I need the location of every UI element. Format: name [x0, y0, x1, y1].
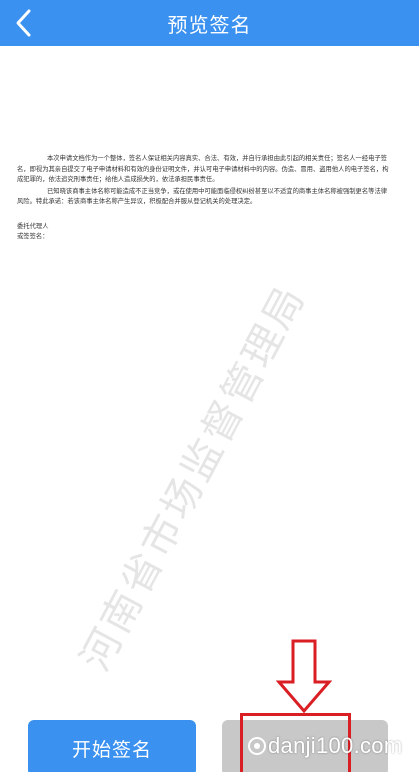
document-body: 本次申请文档作为一个整体，签名人保证相关内容真实、合法、有效，并自行承担由此引起…	[17, 154, 392, 208]
document-paragraph-2: 已知晓该商事主体名称可能造成不正当竞争，或在使用中可能面临侵权纠纷甚至以不适宜的…	[17, 187, 388, 206]
signature-block: 委托代理人 或签签名：	[17, 222, 48, 242]
start-sign-button[interactable]: 开始签名	[28, 720, 196, 772]
chevron-left-icon	[16, 9, 31, 37]
down-arrow-icon	[276, 639, 332, 714]
page-title: 预览签名	[167, 12, 252, 37]
document-preview: 本次申请文档作为一个整体，签名人保证相关内容真实、合法、有效，并自行承担由此引起…	[0, 46, 419, 716]
signature-label-agent: 委托代理人	[17, 223, 49, 230]
agency-watermark-text: 河南省市场监督管理局	[72, 277, 315, 679]
document-paragraph-1: 本次申请文档作为一个整体，签名人保证相关内容真实、合法、有效，并自行承担由此引起…	[17, 155, 389, 184]
signature-label-sign: 或签签名：	[17, 233, 49, 240]
confirm-button[interactable]	[222, 720, 388, 772]
nav-bar: 预览签名	[0, 0, 419, 46]
back-button[interactable]	[6, 5, 42, 41]
